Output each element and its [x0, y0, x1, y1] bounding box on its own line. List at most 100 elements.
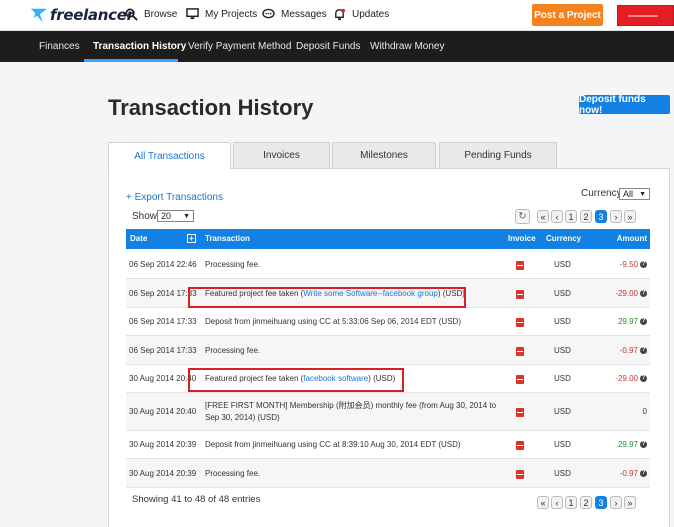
row-currency: USD: [554, 407, 571, 416]
row-currency: USD: [554, 468, 571, 478]
page-3-button[interactable]: 3: [595, 210, 607, 223]
page-3-button[interactable]: 3: [595, 496, 607, 509]
refresh-icon[interactable]: ↻: [515, 209, 530, 224]
pdf-icon[interactable]: [516, 441, 524, 450]
chat-icon: [262, 8, 275, 19]
entries-summary: Showing 41 to 48 of 48 entries: [132, 494, 261, 505]
help-icon[interactable]: ?: [640, 289, 647, 297]
row-description-text: Processing fee.: [205, 345, 261, 355]
row-amount-value: 29.97: [617, 440, 638, 449]
monitor-icon: [186, 8, 199, 20]
page-prev-button[interactable]: ‹: [551, 496, 563, 509]
logo-text: freelancer: [50, 6, 134, 24]
page-first-button[interactable]: «: [537, 210, 549, 223]
table-row: 30 Aug 2014 20:40 [FREE FIRST MONTH] Memb…: [126, 393, 650, 431]
help-icon[interactable]: ?: [640, 441, 647, 448]
page-next-button[interactable]: ›: [610, 210, 622, 223]
user-avatar[interactable]: [617, 5, 674, 26]
row-description-text: Processing fee.: [205, 468, 261, 478]
table-row: 30 Aug 2014 20:39 Processing fee. USD -0.97…: [126, 459, 650, 488]
nav-browse-label: Browse: [144, 9, 178, 20]
currency-label: Currency: [581, 188, 622, 199]
row-date: 06 Sep 2014 17:33: [129, 288, 197, 298]
chevron-down-icon: ▼: [183, 213, 190, 220]
row-amount-value: -9.50: [619, 259, 638, 269]
subnav-withdraw-money[interactable]: Withdraw Money: [370, 31, 444, 62]
nav-my-projects-label: My Projects: [205, 8, 258, 20]
col-invoice: Invoice: [508, 234, 536, 243]
deposit-funds-button[interactable]: Deposit funds now!: [579, 94, 670, 116]
page-title: Transaction History: [108, 95, 314, 120]
page-1-button[interactable]: 1: [565, 210, 577, 223]
row-date: 30 Aug 2014 20:40: [129, 407, 197, 416]
tab-invoices[interactable]: Invoices: [233, 142, 330, 168]
show-label: Show: [132, 211, 158, 222]
subnav-finances[interactable]: Finances: [39, 31, 80, 62]
tab-all-transactions[interactable]: All Transactions: [108, 142, 231, 169]
avatar-mark: [628, 15, 658, 17]
bell-icon: [335, 8, 346, 21]
finances-subnav: Finances Transaction History Verify Paym…: [0, 31, 674, 62]
help-icon[interactable]: ?: [640, 346, 647, 354]
pdf-icon[interactable]: [516, 469, 524, 479]
help-icon[interactable]: ?: [640, 318, 647, 325]
pdf-icon[interactable]: [516, 260, 524, 270]
pdf-icon[interactable]: [516, 346, 524, 356]
subnav-transaction-history[interactable]: Transaction History: [93, 31, 186, 62]
pdf-icon[interactable]: [516, 375, 524, 384]
table-row: 06 Sep 2014 22:46 Processing fee. USD -9.50…: [126, 250, 650, 279]
page-first-button[interactable]: «: [537, 496, 549, 509]
subnav-verify-payment[interactable]: Verify Payment Method: [188, 31, 291, 62]
page-2-button[interactable]: 2: [580, 496, 592, 509]
row-amount: -9.50?: [620, 260, 647, 269]
col-date[interactable]: Date: [130, 229, 147, 249]
row-date: 06 Sep 2014 17:33: [129, 345, 197, 355]
row-date: 06 Sep 2014 17:33: [129, 317, 197, 326]
pdf-icon[interactable]: [516, 408, 524, 417]
col-currency: Currency: [546, 234, 582, 243]
chevron-down-icon: ▼: [639, 191, 646, 198]
row-date: 30 Aug 2014 20:39: [129, 440, 197, 449]
row-amount-value: -0.97: [619, 345, 638, 355]
page-next-button[interactable]: ›: [610, 496, 622, 509]
tab-milestones[interactable]: Milestones: [332, 142, 436, 168]
tab-pending-funds[interactable]: Pending Funds: [439, 142, 557, 168]
page-prev-button[interactable]: ‹: [551, 210, 563, 223]
row-date: 30 Aug 2014 20:40: [129, 374, 197, 383]
table-row: 30 Aug 2014 20:39 Deposit from jinmeihuan…: [126, 431, 650, 459]
currency-select-value: All: [623, 189, 634, 199]
freelancer-logo[interactable]: freelancer: [30, 5, 134, 25]
page-2-button[interactable]: 2: [580, 210, 592, 223]
row-description-text: Processing fee.: [205, 259, 261, 269]
sort-icon[interactable]: +: [187, 234, 196, 243]
row-description: Deposit from jinmeihuang using CC at 8:3…: [205, 439, 503, 451]
page-last-button[interactable]: »: [624, 496, 636, 509]
active-tab-indicator: [84, 59, 178, 62]
post-project-button[interactable]: Post a Project: [532, 4, 603, 26]
show-entries-select[interactable]: 20 ▼: [157, 210, 194, 222]
pdf-icon[interactable]: [516, 318, 524, 327]
export-transactions-link[interactable]: + Export Transactions: [126, 192, 223, 203]
page-last-button[interactable]: »: [624, 210, 636, 223]
row-date: 06 Sep 2014 22:46: [129, 259, 197, 269]
row-amount: 29.97?: [618, 440, 647, 449]
help-icon[interactable]: ?: [640, 469, 647, 477]
row-amount-value: 29.97: [617, 317, 638, 326]
page-1-button[interactable]: 1: [565, 496, 577, 509]
highlight-box: [188, 287, 466, 308]
row-amount: 0: [643, 407, 647, 416]
row-description: Deposit from jinmeihuang using CC at 5:3…: [205, 316, 503, 328]
nav-my-projects[interactable]: My Projects: [186, 8, 257, 20]
nav-browse[interactable]: Browse: [125, 8, 177, 21]
help-icon[interactable]: ?: [640, 260, 647, 268]
row-currency: USD: [554, 288, 571, 298]
help-icon[interactable]: ?: [640, 375, 647, 382]
nav-updates[interactable]: Updates: [333, 8, 389, 21]
row-amount: -29.00?: [615, 289, 647, 298]
nav-messages-label: Messages: [281, 8, 327, 20]
pdf-icon[interactable]: [516, 289, 524, 299]
currency-select[interactable]: All ▼: [619, 188, 650, 200]
subnav-deposit-funds[interactable]: Deposit Funds: [296, 31, 360, 62]
nav-messages[interactable]: Messages: [262, 8, 327, 20]
table-row: 06 Sep 2014 17:33 Deposit from jinmeihuan…: [126, 308, 650, 336]
